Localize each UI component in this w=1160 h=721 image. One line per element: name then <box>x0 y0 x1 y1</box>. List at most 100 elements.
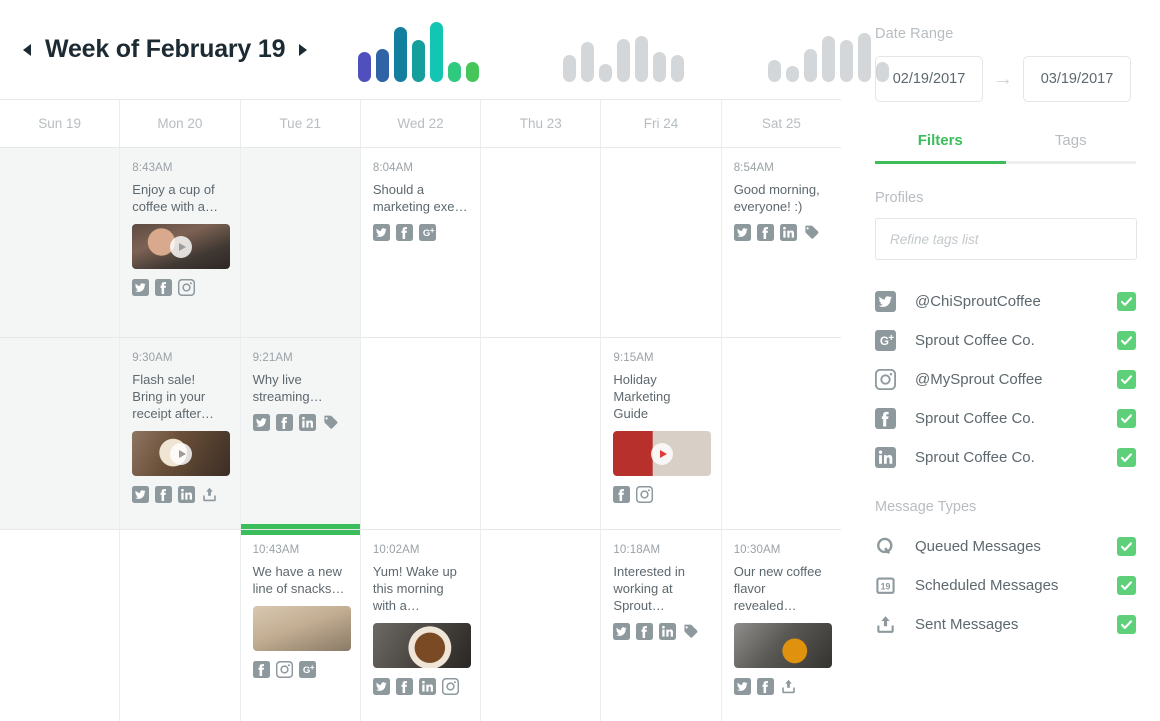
calendar-cell-empty <box>359 338 481 529</box>
play-icon[interactable] <box>170 442 193 465</box>
message-thumbnail[interactable] <box>613 431 712 476</box>
profile-row[interactable]: Sprout Coffee Co. <box>875 399 1136 438</box>
profile-row[interactable]: Sprout Coffee Co. <box>875 438 1136 477</box>
date-range-label: Date Range <box>875 26 954 42</box>
message-type-label: Queued Messages <box>915 538 1041 555</box>
instagram-icon <box>275 661 293 678</box>
facebook-icon <box>155 486 173 503</box>
profile-checkbox[interactable] <box>1117 448 1136 467</box>
chart-bar <box>822 35 836 82</box>
message-type-row[interactable]: Queued Messages <box>875 527 1136 566</box>
sidebar-tabs: Filters Tags <box>875 132 1136 161</box>
calendar-message-card[interactable]: 8:54AM Good morning, everyone! :) <box>720 148 841 337</box>
calendar-message-card[interactable]: 9:21AM Why live streaming… <box>239 338 360 529</box>
profile-label: @MySprout Coffee <box>915 371 1043 388</box>
facebook-icon <box>613 486 631 503</box>
facebook-icon <box>275 414 293 431</box>
facebook-icon <box>395 224 413 241</box>
calendar-cell-empty <box>0 148 120 337</box>
filters-sidebar: Date Range 02/19/2017 → 03/19/2017 Filte… <box>841 0 1160 721</box>
play-icon[interactable] <box>170 235 193 258</box>
calendar-cell-empty <box>0 338 120 529</box>
chart-bar <box>840 39 854 82</box>
profile-row[interactable]: @ChiSproutCoffee <box>875 282 1136 321</box>
message-thumbnail[interactable] <box>132 431 231 476</box>
tab-filters[interactable]: Filters <box>875 132 1006 161</box>
message-thumbnail[interactable] <box>733 623 832 668</box>
date-range-row: 02/19/2017 → 03/19/2017 <box>875 56 1136 102</box>
next-week-icon[interactable] <box>297 30 308 70</box>
message-types-list: Queued Messages 19 Scheduled Messages Sent … <box>875 527 1136 644</box>
message-time: 10:30AM <box>733 544 781 556</box>
calendar-cell-empty <box>0 530 120 721</box>
sent-icon <box>201 486 218 503</box>
message-type-checkbox[interactable] <box>1117 615 1136 634</box>
calendar-message-card[interactable]: 9:15AM Holiday Marketing Guide <box>600 338 721 529</box>
profile-checkbox[interactable] <box>1117 409 1136 428</box>
message-text: Enjoy a cup of coffee with a… <box>132 182 219 214</box>
profile-checkbox[interactable] <box>1117 292 1136 311</box>
svg-text:19: 19 <box>881 581 891 591</box>
profile-label: Sprout Coffee Co. <box>915 449 1035 466</box>
linkedin-icon <box>418 678 436 695</box>
calendar-message-card[interactable]: 8:04AM Should a marketing exe… G + <box>359 148 481 337</box>
message-network-icons: G + <box>372 224 468 241</box>
calendar-cell-empty <box>119 530 240 721</box>
refine-tags-input[interactable] <box>875 218 1137 260</box>
message-time: 8:54AM <box>733 162 774 174</box>
profile-row[interactable]: G + Sprout Coffee Co. <box>875 321 1136 360</box>
message-type-checkbox[interactable] <box>1117 576 1136 595</box>
facebook-icon <box>756 224 774 241</box>
profile-label: Sprout Coffee Co. <box>915 410 1035 427</box>
tab-tags[interactable]: Tags <box>1006 132 1137 161</box>
calendar-cell-empty <box>480 530 601 721</box>
sent-icon <box>875 614 897 635</box>
message-type-checkbox[interactable] <box>1117 537 1136 556</box>
chart-bar <box>768 59 782 82</box>
calendar-message-card[interactable]: 9:30AM Flash sale! Bring in your receipt … <box>119 338 240 529</box>
facebook-icon <box>395 678 413 695</box>
message-type-row[interactable]: 19 Scheduled Messages <box>875 566 1136 605</box>
profile-label: Sprout Coffee Co. <box>915 332 1035 349</box>
linkedin-icon <box>779 224 797 241</box>
calendar-message-card[interactable]: 8:43AM Enjoy a cup of coffee with a… <box>119 148 240 337</box>
date-start-input[interactable]: 02/19/2017 <box>875 56 983 102</box>
message-type-label: Scheduled Messages <box>915 577 1059 594</box>
message-time: 9:21AM <box>252 352 293 364</box>
date-end-input[interactable]: 03/19/2017 <box>1023 56 1131 102</box>
profile-checkbox[interactable] <box>1117 370 1136 389</box>
calendar-message-card[interactable]: 10:30AM Our new coffee flavor revealed… <box>720 530 841 721</box>
svg-text:+: + <box>430 226 435 235</box>
linkedin-icon <box>875 447 897 468</box>
calendar-message-card[interactable]: 10:02AM Yum! Wake up this morning with a… <box>359 530 481 721</box>
instagram-icon <box>875 369 897 390</box>
sent-icon <box>780 678 797 695</box>
svg-text:+: + <box>888 333 894 344</box>
calendar-message-card[interactable]: 10:43AM We have a new line of snacks… G + <box>239 530 360 721</box>
message-thumbnail[interactable] <box>132 224 231 269</box>
profile-checkbox[interactable] <box>1117 331 1136 350</box>
calendar-row: 10:43AM We have a new line of snacks… G +10… <box>0 530 841 721</box>
message-thumbnail[interactable] <box>252 606 351 651</box>
message-text: Yum! Wake up this morning with a… <box>372 564 457 613</box>
googleplus-icon: G + <box>298 661 316 678</box>
message-text: Flash sale! Bring in your receipt after… <box>132 372 214 421</box>
profile-row[interactable]: @MySprout Coffee <box>875 360 1136 399</box>
play-icon[interactable] <box>651 442 674 465</box>
message-text: Good morning, everyone! :) <box>733 182 820 214</box>
prev-week-icon[interactable] <box>22 30 33 70</box>
message-network-icons <box>252 414 348 431</box>
facebook-icon <box>155 279 173 296</box>
bar-group-current <box>358 18 480 82</box>
message-thumbnail[interactable] <box>372 623 471 668</box>
twitter-icon <box>372 678 390 695</box>
calendar-cell-empty <box>480 148 601 337</box>
queued-icon <box>875 536 897 557</box>
twitter-icon <box>132 279 150 296</box>
tag-icon <box>682 623 699 640</box>
calendar-message-card[interactable]: 10:18AM Interested in working at Sprout… <box>600 530 721 721</box>
tag-icon <box>322 414 339 431</box>
message-type-row[interactable]: Sent Messages <box>875 605 1136 644</box>
calendar-pane: Week of February 19 Sun 19 Mon 20 Tue 21 We… <box>0 0 890 721</box>
profile-label: @ChiSproutCoffee <box>915 293 1041 310</box>
